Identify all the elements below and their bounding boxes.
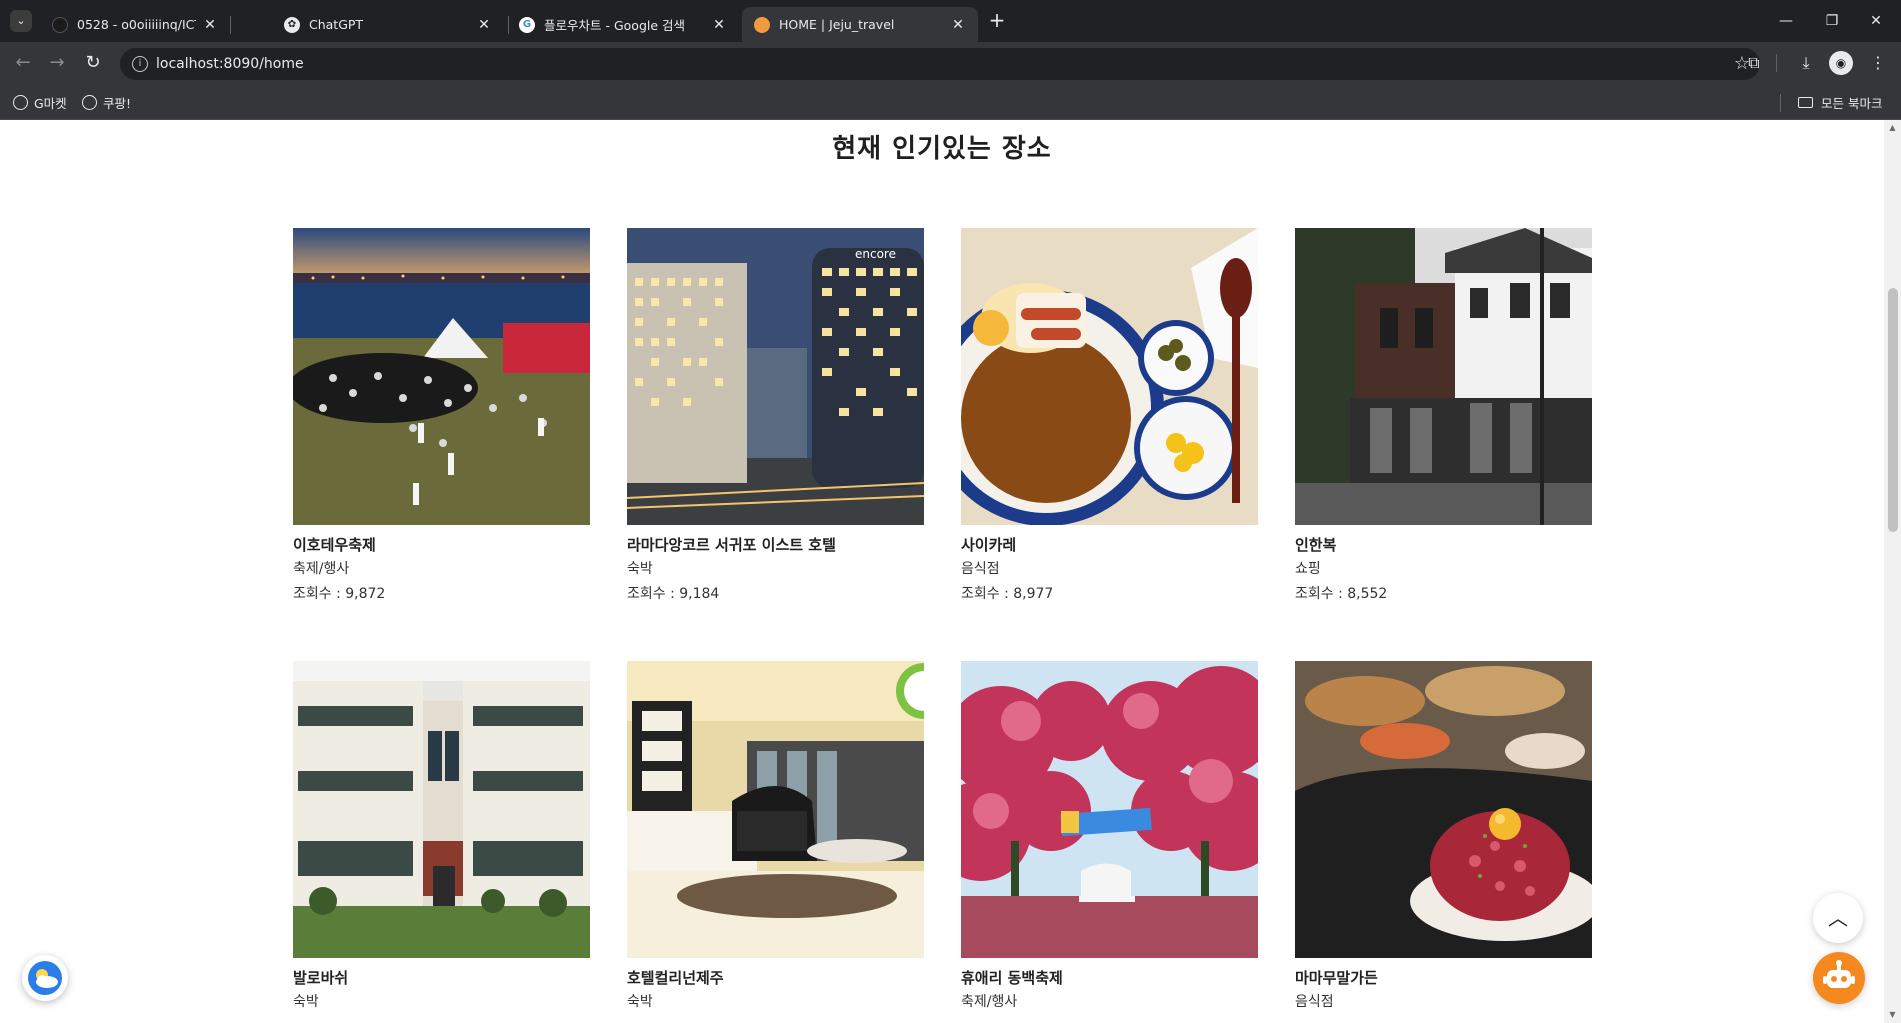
place-category: 음식점 <box>961 561 1000 577</box>
page-scrollbar[interactable]: ▲ ▼ <box>1884 120 1901 1023</box>
tab-separator <box>230 16 231 34</box>
place-name[interactable]: 발로바쉬 <box>293 968 590 988</box>
github-icon <box>52 16 68 33</box>
globe-icon <box>82 94 97 110</box>
chatgpt-icon: ✿ <box>284 16 300 33</box>
place-card[interactable]: 마마무말가든 음식점 <box>1295 661 1592 1012</box>
chevron-up-icon: ︿ <box>1828 906 1848 930</box>
close-tab-icon[interactable]: ✕ <box>711 17 727 33</box>
extensions-icon[interactable]: ⧉ <box>1742 51 1766 75</box>
restore-icon[interactable]: ❐ <box>1812 8 1852 34</box>
place-thumbnail-hotel-room[interactable] <box>627 661 924 958</box>
place-category: 음식점 <box>1295 994 1334 1010</box>
close-tab-icon[interactable]: ✕ <box>202 17 218 33</box>
browser-tab-google[interactable]: G 플로우차트 - Google 검색 ✕ <box>507 7 739 42</box>
scroll-to-top-button[interactable]: ︿ <box>1813 893 1863 943</box>
browser-tab-bar: ⌄ 0528 - o0oiiiiinq/ICT_project02 ✕ ✿ Ch… <box>0 0 1901 42</box>
place-thumbnail-camellia[interactable] <box>961 661 1258 958</box>
place-name[interactable]: 휴애리 동백축제 <box>961 968 1258 988</box>
place-name[interactable]: 마마무말가든 <box>1295 968 1592 988</box>
section-title: 현재 인기있는 장소 <box>832 134 1052 164</box>
place-card[interactable]: 이호테우축제 축제/행사 조회수 : 9,872 <box>293 228 590 604</box>
page-viewport: 현재 인기있는 장소 이호테우축제 축제/행사 조회수: 9,872 enco… <box>0 120 1884 1023</box>
toolbar-divider <box>1776 54 1777 72</box>
tab-title: 0528 - o0oiiiiinq/ICT_project02 <box>77 17 196 32</box>
place-card[interactable]: 휴애리 동백축제 축제/행사 <box>961 661 1258 1012</box>
folder-icon <box>1798 96 1813 108</box>
download-icon[interactable]: ⤓ <box>1794 51 1818 75</box>
place-category: 숙박 <box>293 994 319 1010</box>
bookmark-label: G마켓 <box>34 95 67 111</box>
place-thumbnail-villa[interactable] <box>293 661 590 958</box>
bookmark-coupang[interactable]: 쿠팡! <box>82 92 131 112</box>
place-category: 쇼핑 <box>1295 561 1321 577</box>
tab-title: ChatGPT <box>309 17 364 32</box>
new-tab-button[interactable]: + <box>986 10 1008 32</box>
browser-tab-chatgpt[interactable]: ✿ ChatGPT ✕ <box>272 7 504 42</box>
close-tab-icon[interactable]: ✕ <box>950 17 966 33</box>
browser-toolbar: ← → ↻ i localhost:8090/home ☆ ⧉ ⤓ ◉ ⋮ <box>0 42 1901 84</box>
address-bar[interactable]: i localhost:8090/home ☆ <box>120 48 1760 80</box>
place-card[interactable]: 사이카레 음식점 조회수 : 8,977 <box>961 228 1258 604</box>
scroll-up-arrow-icon[interactable]: ▲ <box>1884 120 1901 136</box>
place-views: 조회수 : 9,872 <box>293 586 386 602</box>
scroll-down-arrow-icon[interactable]: ▼ <box>1884 1007 1901 1023</box>
site-info-icon[interactable]: i <box>132 56 148 72</box>
reload-icon[interactable]: ↻ <box>80 50 106 76</box>
all-bookmarks-label: 모든 북마크 <box>1821 95 1883 111</box>
place-card[interactable]: 호텔컬리넌제주 숙박 <box>627 661 924 1012</box>
place-views: 조회수 : 9,184 <box>627 586 720 602</box>
weather-cloud-sun-icon <box>28 961 62 995</box>
place-views: 조회수 : 8,977 <box>961 586 1054 602</box>
place-thumbnail-festival[interactable] <box>293 228 590 525</box>
place-category: 축제/행사 <box>961 994 1018 1010</box>
tab-search-dropdown-icon[interactable]: ⌄ <box>10 10 32 32</box>
svg-text:encore: encore <box>855 247 896 261</box>
bookmarks-bar: G마켓 쿠팡! 모든 북마크 <box>0 84 1901 120</box>
place-name[interactable]: 인한복 <box>1295 535 1592 555</box>
forward-arrow-icon[interactable]: → <box>44 50 70 76</box>
jeju-tangerine-icon <box>754 16 770 33</box>
place-thumbnail-brick-house[interactable] <box>1295 228 1592 525</box>
browser-tab-github[interactable]: 0528 - o0oiiiiinq/ICT_project02 ✕ <box>40 7 230 42</box>
chatbot-button[interactable] <box>1813 952 1865 1004</box>
place-name[interactable]: 호텔컬리넌제주 <box>627 968 924 988</box>
browser-menu-icon[interactable]: ⋮ <box>1866 51 1890 75</box>
bookmark-gmarket[interactable]: G마켓 <box>13 92 67 112</box>
place-card[interactable]: 인한복 쇼핑 조회수 : 8,552 <box>1295 228 1592 604</box>
minimize-icon[interactable]: — <box>1766 8 1806 34</box>
close-tab-icon[interactable]: ✕ <box>476 17 492 33</box>
robot-icon <box>1823 960 1855 988</box>
place-category: 숙박 <box>627 994 653 1010</box>
place-name[interactable]: 이호테우축제 <box>293 535 590 555</box>
google-icon: G <box>519 16 535 33</box>
weather-widget-button[interactable] <box>22 955 68 1001</box>
place-thumbnail-hotel[interactable]: encore <box>627 228 924 525</box>
place-card[interactable]: encore 라마다앙코르 서귀포 이스트 호텔 숙박 조회수 : 9,184 <box>627 228 924 604</box>
place-category: 숙박 <box>627 561 653 577</box>
browser-tab-jeju-active[interactable]: HOME | Jeju_travel ✕ <box>742 7 978 42</box>
place-thumbnail-beef-tartare[interactable] <box>1295 661 1592 958</box>
place-thumbnail-curry[interactable] <box>961 228 1258 525</box>
close-window-icon[interactable]: ✕ <box>1856 8 1896 34</box>
place-name[interactable]: 사이카레 <box>961 535 1258 555</box>
bookmarks-divider <box>1780 94 1781 112</box>
place-name[interactable]: 라마다앙코르 서귀포 이스트 호텔 <box>627 535 924 555</box>
tab-title: HOME | Jeju_travel <box>779 17 895 32</box>
back-arrow-icon[interactable]: ← <box>10 50 36 76</box>
profile-avatar-icon[interactable]: ◉ <box>1829 51 1853 75</box>
bookmark-label: 쿠팡! <box>103 95 132 111</box>
place-card[interactable]: 발로바쉬 숙박 <box>293 661 590 1012</box>
tab-title: 플로우차트 - Google 검색 <box>544 18 686 33</box>
place-views: 조회수 : 8,552 <box>1295 586 1388 602</box>
scrollbar-thumb[interactable] <box>1888 288 1898 532</box>
place-category: 축제/행사 <box>293 561 350 577</box>
url-text: localhost:8090/home <box>156 56 304 72</box>
all-bookmarks-button[interactable]: 모든 북마크 <box>1798 92 1882 112</box>
globe-icon <box>13 94 28 110</box>
